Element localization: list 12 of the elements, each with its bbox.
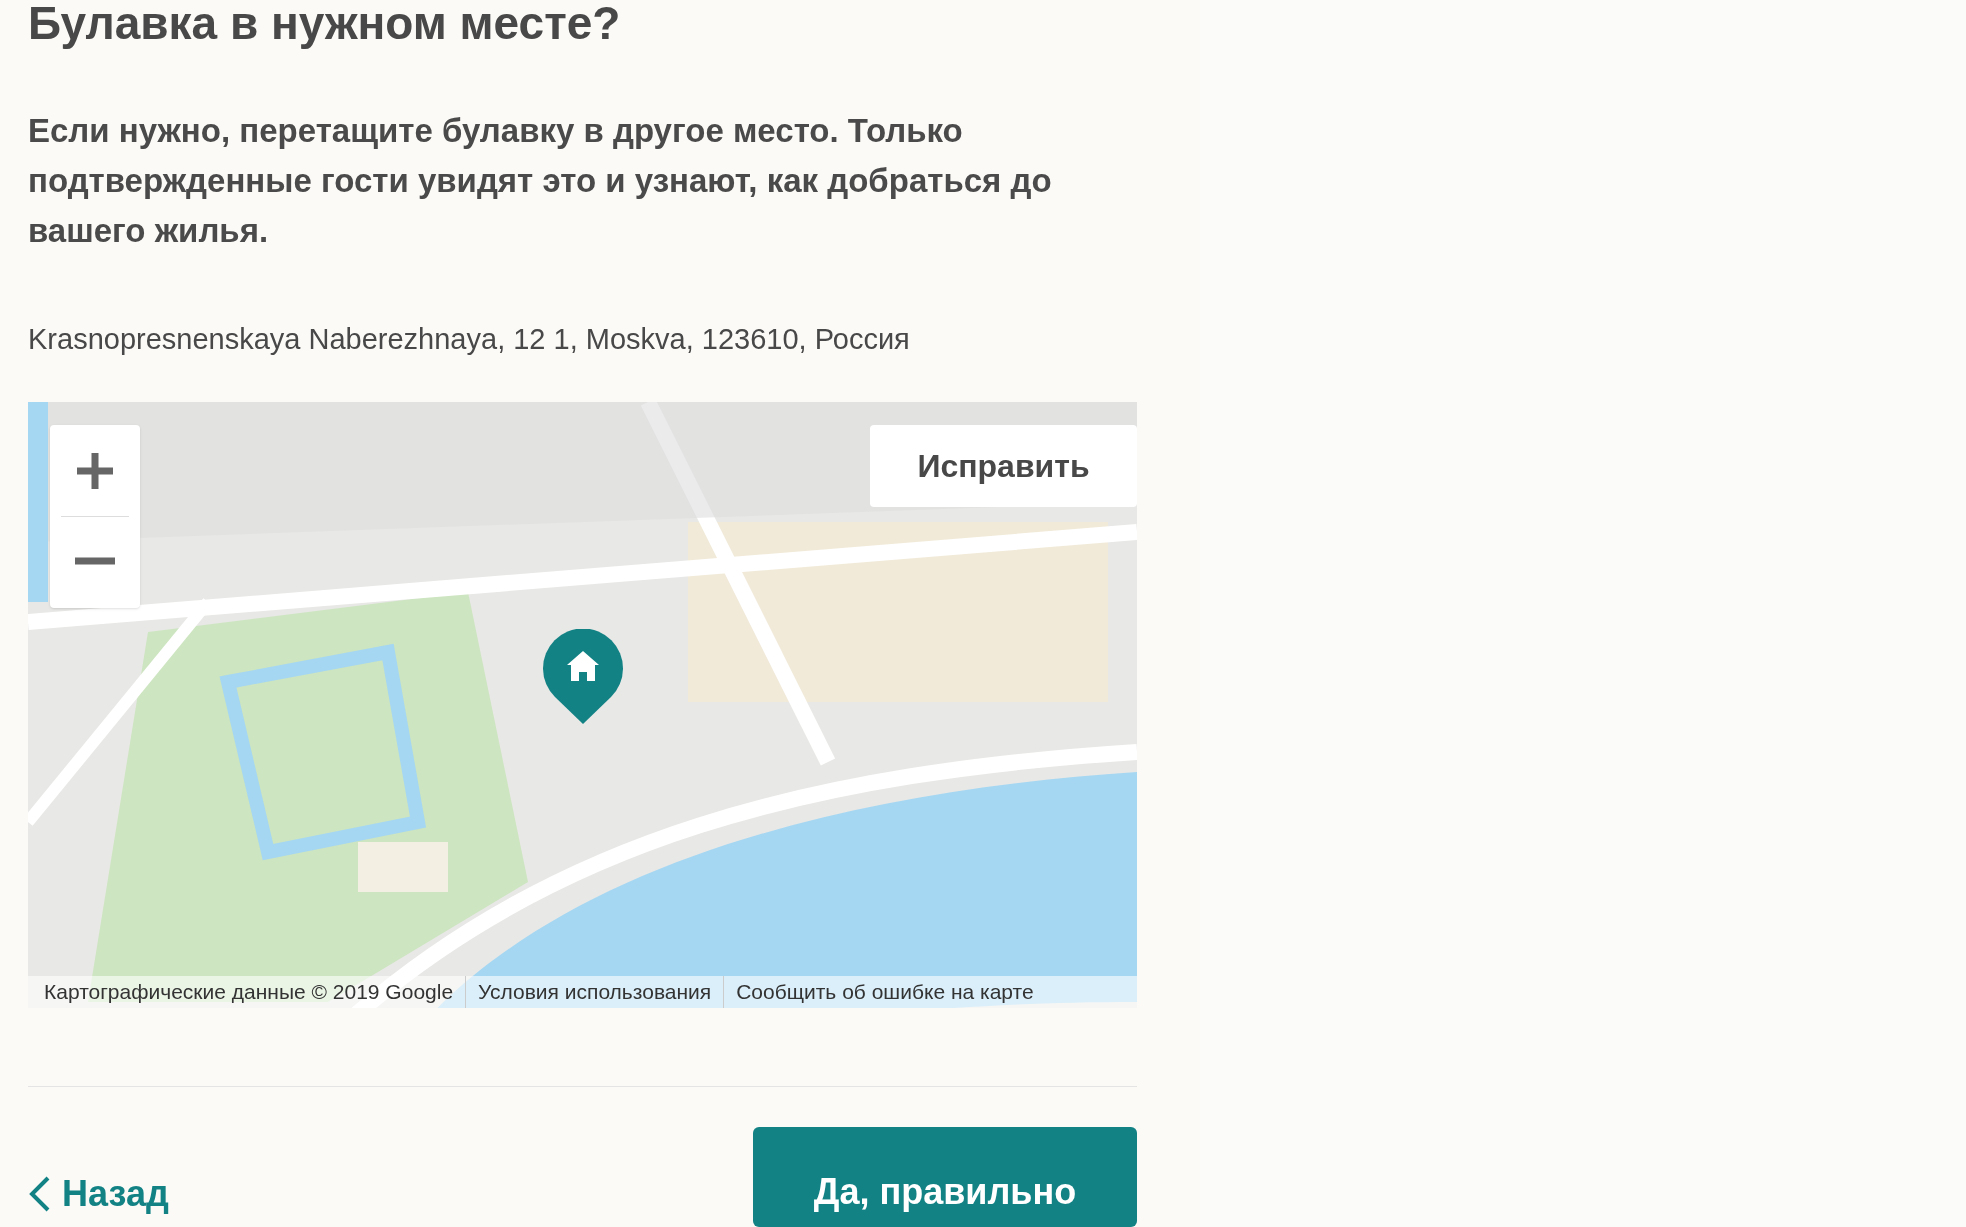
chevron-left-icon (28, 1176, 50, 1212)
map-link[interactable]: Условия использования (465, 976, 724, 1008)
address-text: Krasnopresnenskaya Naberezhnaya, 12 1, Moskva, 123610, Россия (28, 322, 911, 357)
edit-button[interactable]: Исправить (870, 424, 1137, 507)
map-data-credit: Картографические данные © 2019 Google (44, 979, 455, 1006)
confirm-button[interactable]: Да, правильно (753, 1127, 1137, 1227)
zoom-in-icon[interactable] (75, 450, 115, 491)
back-link[interactable]: Назад (28, 1167, 169, 1221)
zoom-out-icon[interactable] (75, 556, 115, 565)
home-pin-icon[interactable] (543, 628, 623, 724)
description-text: Если нужно, перетащите булавку в другое место. Только подтвержденные гости увидят это и узнают, как добраться до вашего жилья. (28, 111, 1053, 251)
map-link[interactable]: Сообщить об ошибке на карте (723, 976, 1046, 1008)
